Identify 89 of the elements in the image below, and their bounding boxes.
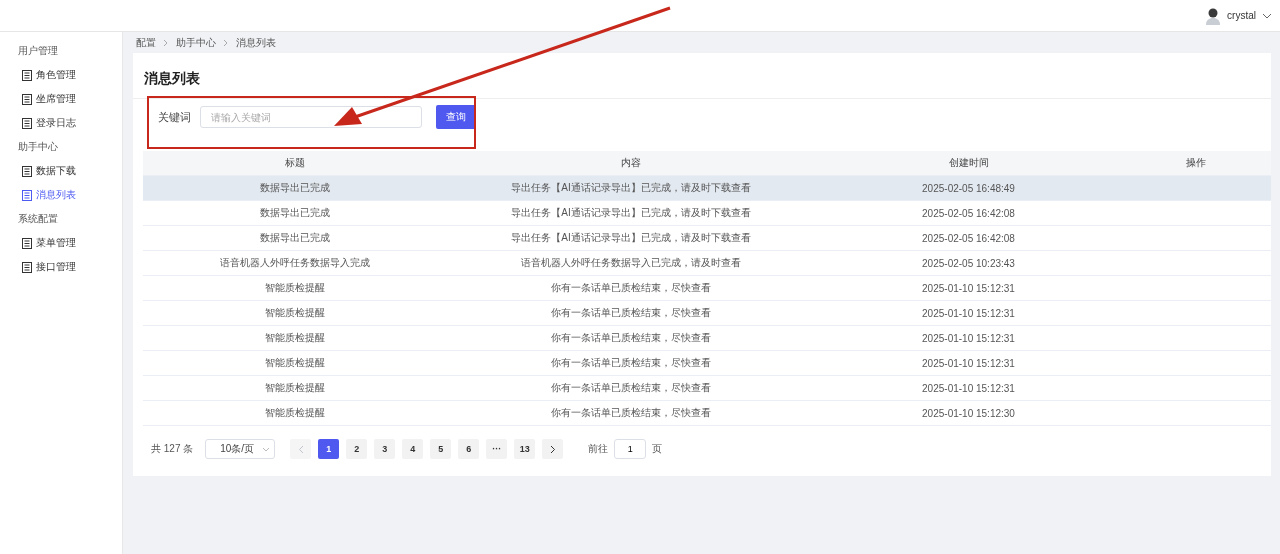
- table-cell: 你有一条话单已质检结束，尽快查看: [551, 381, 711, 395]
- menu-item[interactable]: 坐席管理: [22, 87, 76, 111]
- breadcrumb-item: 消息列表: [236, 35, 276, 50]
- document-icon: [22, 261, 32, 273]
- column-header: 操作: [1185, 156, 1207, 170]
- column-header: 创建时间: [947, 156, 990, 170]
- menu-item[interactable]: 数据下载: [22, 159, 76, 183]
- page-button[interactable]: 4: [402, 439, 424, 459]
- table-cell: 数据导出已完成: [259, 206, 330, 220]
- table-cell: 你有一条话单已质检结束，尽快查看: [551, 406, 711, 420]
- field-label: 关键词: [158, 109, 191, 125]
- chevron-right-icon: [223, 38, 229, 47]
- chevron-right-icon: [549, 444, 556, 454]
- table-cell: 数据导出已完成: [259, 231, 330, 245]
- document-icon: [22, 69, 32, 81]
- table-cell: 2025-02-05 16:42:08: [922, 207, 1015, 219]
- page-button[interactable]: 6: [458, 439, 480, 459]
- menu-item[interactable]: 接口管理: [22, 255, 76, 279]
- table-cell: 你有一条话单已质检结束，尽快查看: [551, 281, 711, 295]
- document-icon: [22, 165, 32, 177]
- table-cell: 你有一条话单已质检结束，尽快查看: [551, 331, 711, 345]
- menu-item[interactable]: 登录日志: [22, 111, 76, 135]
- page-button[interactable]: 2: [346, 439, 368, 459]
- page-button[interactable]: 5: [430, 439, 452, 459]
- document-icon: [22, 237, 32, 249]
- username[interactable]: crystal: [1227, 10, 1256, 21]
- chevron-right-icon: [163, 38, 169, 47]
- breadcrumb-item[interactable]: 助手中心: [176, 35, 216, 50]
- page-title: 消息列表: [143, 69, 200, 88]
- document-icon: [22, 117, 32, 129]
- chevron-down-icon: [262, 446, 271, 452]
- menu-group-label: 助手中心: [17, 140, 58, 154]
- menu-group-label: 用户管理: [17, 44, 58, 58]
- menu-item[interactable]: 角色管理: [22, 63, 76, 87]
- table-cell: 2025-01-10 15:12:30: [922, 407, 1015, 419]
- search-button[interactable]: 查询: [436, 105, 476, 129]
- table-row[interactable]: 数据导出已完成 导出任务【AI通话记录导出】已完成，请及时下载查看 2025-02-05 16:48:49: [143, 176, 1271, 201]
- goto-label: 前往: [588, 442, 609, 456]
- column-header: 内容: [620, 156, 642, 170]
- table-cell: 2025-01-10 15:12:31: [922, 332, 1015, 344]
- table-row[interactable]: 智能质检提醒 你有一条话单已质检结束，尽快查看 2025-01-10 15:12:31: [143, 301, 1271, 326]
- total-count: 共 127 条: [151, 442, 194, 456]
- menu-group-label: 系统配置: [17, 212, 58, 226]
- table-row[interactable]: 数据导出已完成 导出任务【AI通话记录导出】已完成，请及时下载查看 2025-02-05 16:42:08: [143, 226, 1271, 251]
- document-icon: [22, 189, 32, 201]
- page-size-select[interactable]: 10条/页: [205, 439, 276, 459]
- menu-item[interactable]: 菜单管理: [22, 231, 76, 255]
- table-row[interactable]: 智能质检提醒 你有一条话单已质检结束，尽快查看 2025-01-10 15:12:31: [143, 351, 1271, 376]
- table-row[interactable]: 数据导出已完成 导出任务【AI通话记录导出】已完成，请及时下载查看 2025-02-05 16:42:08: [143, 201, 1271, 226]
- menu-item[interactable]: 消息列表: [22, 183, 76, 207]
- page-unit-label: 页: [652, 442, 663, 456]
- table-cell: 智能质检提醒: [264, 306, 325, 320]
- avatar-icon[interactable]: [1205, 6, 1222, 25]
- table-cell: 导出任务【AI通话记录导出】已完成，请及时下载查看: [511, 206, 751, 220]
- chevron-down-icon[interactable]: [1262, 12, 1272, 19]
- page-button[interactable]: 13: [514, 439, 536, 459]
- table-row[interactable]: 智能质检提醒 你有一条话单已质检结束，尽快查看 2025-01-10 15:12:31: [143, 276, 1271, 301]
- keyword-field[interactable]: 请输入关键词: [200, 106, 422, 128]
- goto-page-field[interactable]: 1: [614, 439, 647, 459]
- table-cell: 导出任务【AI通话记录导出】已完成，请及时下载查看: [511, 181, 751, 195]
- page-button[interactable]: 3: [374, 439, 396, 459]
- table-cell: 2025-01-10 15:12:31: [922, 382, 1015, 394]
- table-cell: 你有一条话单已质检结束，尽快查看: [551, 356, 711, 370]
- table-cell: 智能质检提醒: [264, 331, 325, 345]
- table-cell: 2025-02-05 16:48:49: [922, 182, 1015, 194]
- page-button[interactable]: ···: [486, 439, 508, 459]
- table-row[interactable]: 智能质检提醒 你有一条话单已质检结束，尽快查看 2025-01-10 15:12:31: [143, 326, 1271, 351]
- table-cell: 你有一条话单已质检结束，尽快查看: [551, 306, 711, 320]
- page-button[interactable]: 1: [318, 439, 340, 459]
- breadcrumb-item[interactable]: 配置: [136, 35, 156, 50]
- table-cell: 智能质检提醒: [264, 281, 325, 295]
- table-row[interactable]: 智能质检提醒 你有一条话单已质检结束，尽快查看 2025-01-10 15:12:30: [143, 401, 1271, 426]
- table-cell: 2025-02-05 16:42:08: [922, 232, 1015, 244]
- table-cell: 2025-02-05 10:23:43: [922, 257, 1015, 269]
- table-cell: 2025-01-10 15:12:31: [922, 357, 1015, 369]
- table-cell: 导出任务【AI通话记录导出】已完成，请及时下载查看: [511, 231, 751, 245]
- table-cell: 语音机器人外呼任务数据导入已完成，请及时查看: [521, 256, 741, 270]
- chevron-left-icon: [297, 444, 304, 454]
- table-cell: 2025-01-10 15:12:31: [922, 282, 1015, 294]
- table-cell: 数据导出已完成: [259, 181, 330, 195]
- table-cell: 智能质检提醒: [264, 381, 325, 395]
- column-header: 标题: [283, 156, 306, 170]
- table-cell: 智能质检提醒: [264, 356, 325, 370]
- table-cell: 语音机器人外呼任务数据导入完成: [219, 256, 370, 270]
- document-icon: [22, 93, 32, 105]
- table-cell: 2025-01-10 15:12:31: [922, 307, 1015, 319]
- table-row[interactable]: 智能质检提醒 你有一条话单已质检结束，尽快查看 2025-01-10 15:12:31: [143, 376, 1271, 401]
- table-cell: 智能质检提醒: [264, 406, 325, 420]
- table-row[interactable]: 语音机器人外呼任务数据导入完成 语音机器人外呼任务数据导入已完成，请及时查看 2025-02-05 10:23:43: [143, 251, 1271, 276]
